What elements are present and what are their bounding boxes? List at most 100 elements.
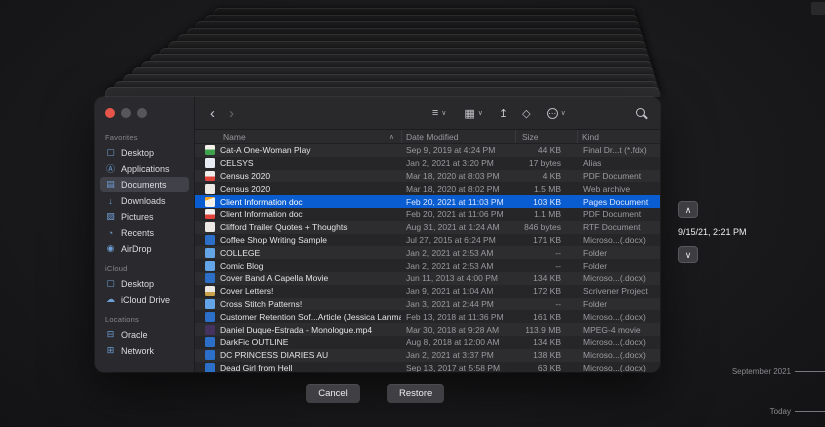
cancel-button[interactable]: Cancel <box>306 384 360 403</box>
back-button[interactable]: ‹ <box>205 106 220 121</box>
scrivener-file-icon <box>205 286 215 296</box>
file-kind: Microso...(.docx) <box>577 273 660 283</box>
view-options-button[interactable]: ≡ ∨ <box>432 107 447 119</box>
file-row[interactable]: Client Information docFeb 20, 2021 at 11… <box>195 195 660 208</box>
window-controls <box>95 103 194 126</box>
file-row[interactable]: Cross Stitch Patterns!Jan 3, 2021 at 2:4… <box>195 298 660 311</box>
file-date-modified: Jan 2, 2021 at 3:37 PM <box>401 350 515 360</box>
timeline-tick-line <box>795 371 825 372</box>
file-date-modified: Aug 31, 2021 at 1:24 AM <box>401 222 515 232</box>
navigate-back-in-time-button[interactable]: ∧ <box>678 201 698 218</box>
stacked-window-layer[interactable] <box>105 87 661 97</box>
tags-button[interactable]: ◇ <box>522 107 530 120</box>
file-name: Cover Band A Capella Movie <box>220 273 328 283</box>
oracle-drive-icon: ⊟ <box>105 329 116 340</box>
file-row[interactable]: Coffee Shop Writing SampleJul 27, 2015 a… <box>195 234 660 247</box>
file-kind: Scrivener Project <box>577 286 660 296</box>
restore-button[interactable]: Restore <box>387 384 444 403</box>
file-kind: Microso...(.docx) <box>577 350 660 360</box>
file-row[interactable]: DarkFic OUTLINEAug 8, 2018 at 12:00 AM13… <box>195 336 660 349</box>
sidebar-item-recents[interactable]: ◔Recents <box>100 225 189 240</box>
file-row[interactable]: DC PRINCESS DIARIES AUJan 2, 2021 at 3:3… <box>195 349 660 362</box>
share-icon: ↥ <box>499 108 508 120</box>
sidebar-item-pictures[interactable]: ▨Pictures <box>100 209 189 224</box>
sidebar-item-oracle[interactable]: ⊟Oracle <box>100 327 189 342</box>
file-row[interactable]: Comic BlogJan 2, 2021 at 2:53 AM--Folder <box>195 259 660 272</box>
file-browser: ‹ › ≡ ∨ ▦ ∨ ↥ ◇ ⋯ ∨ <box>195 97 660 372</box>
search-button[interactable] <box>636 104 645 122</box>
sidebar-item-applications[interactable]: Ⓐ Applications <box>100 161 189 176</box>
file-kind: Alias <box>577 158 660 168</box>
desktop-icon: ▢ <box>105 147 116 158</box>
column-header-name[interactable]: Name ∧ <box>195 130 401 143</box>
documents-icon: ▤ <box>105 179 116 190</box>
file-kind: Microso...(.docx) <box>577 337 660 347</box>
sidebar-item-icloud-drive[interactable]: ☁iCloud Drive <box>100 292 189 307</box>
grid-view-icon: ▦ <box>464 107 474 120</box>
sidebar-item-desktop[interactable]: ▢Desktop <box>100 145 189 160</box>
sidebar-item-desktop[interactable]: ▢Desktop <box>100 276 189 291</box>
file-size: 17 bytes <box>515 158 577 168</box>
time-machine-screen: Favorites▢DesktopⒶApplications▤Documents… <box>0 0 825 427</box>
file-size: -- <box>515 248 577 258</box>
file-name-cell: COLLEGE <box>195 248 401 258</box>
sidebar-item-label: Applications <box>121 164 170 174</box>
column-header-size[interactable]: Size <box>515 130 577 143</box>
timeline-tick-today[interactable]: Today <box>770 407 825 416</box>
file-row[interactable]: Dead Girl from HellSep 13, 2017 at 5:58 … <box>195 362 660 372</box>
sidebar-item-label: Pictures <box>121 212 154 222</box>
file-row[interactable]: Census 2020Mar 18, 2020 at 8:03 PM4 KBPD… <box>195 170 660 183</box>
file-size: 103 KB <box>515 197 577 207</box>
pdf-file-icon <box>205 171 215 181</box>
column-header-name-label: Name <box>223 132 246 142</box>
file-name-cell: Client Information doc <box>195 197 401 207</box>
share-button[interactable]: ↥ <box>499 107 508 120</box>
sidebar-item-label: Desktop <box>121 279 154 289</box>
file-date-modified: Feb 20, 2021 at 11:06 PM <box>401 209 515 219</box>
minimize-button[interactable] <box>121 108 131 118</box>
sidebar-item-downloads[interactable]: ↓Downloads <box>100 193 189 208</box>
file-row[interactable]: Customer Retention Sof...Article (Jessic… <box>195 310 660 323</box>
group-by-button[interactable]: ▦ ∨ <box>464 107 483 120</box>
file-size: -- <box>515 299 577 309</box>
file-row[interactable]: Cover Band A Capella MovieJun 11, 2013 a… <box>195 272 660 285</box>
chevron-down-icon: ∨ <box>441 109 446 117</box>
file-kind: Microso...(.docx) <box>577 363 660 372</box>
file-row[interactable]: Clifford Trailer Quotes + Thoughts Aug 31… <box>195 221 660 234</box>
chevron-down-icon: ∨ <box>685 250 692 260</box>
file-row[interactable]: Daniel Duque-Estrada - Monologue.mp4Mar … <box>195 323 660 336</box>
close-button[interactable] <box>105 108 115 118</box>
pages-file-icon <box>205 197 215 207</box>
file-row[interactable]: Cover Letters!Jan 9, 2021 at 1:04 AM172 … <box>195 285 660 298</box>
file-row[interactable]: COLLEGEJan 2, 2021 at 2:53 AM--Folder <box>195 246 660 259</box>
timeline-marker <box>811 2 825 15</box>
column-header-kind[interactable]: Kind <box>577 130 660 143</box>
file-row[interactable]: Census 2020Mar 18, 2020 at 8:02 PM1.5 MB… <box>195 182 660 195</box>
file-name: Clifford Trailer Quotes + Thoughts <box>220 222 348 232</box>
file-kind: Microso...(.docx) <box>577 235 660 245</box>
word-file-icon <box>205 273 215 283</box>
file-kind: Microso...(.docx) <box>577 312 660 322</box>
file-date-modified: Jan 3, 2021 at 2:44 PM <box>401 299 515 309</box>
sidebar-item-label: AirDrop <box>121 244 152 254</box>
icloud-drive-icon: ☁ <box>105 294 116 305</box>
file-row[interactable]: Cat-A One-Woman PlaySep 9, 2019 at 4:24 … <box>195 144 660 157</box>
sidebar-item-documents[interactable]: ▤Documents <box>100 177 189 192</box>
file-row[interactable]: Client Information doc Feb 20, 2021 at 11… <box>195 208 660 221</box>
zoom-button[interactable] <box>137 108 147 118</box>
file-name: Client Information doc <box>220 209 303 219</box>
timeline-tick-september-2021[interactable]: September 2021 <box>732 367 825 376</box>
file-size: 113.9 MB <box>515 325 577 335</box>
file-size: 138 KB <box>515 350 577 360</box>
column-header-date-modified[interactable]: Date Modified <box>401 130 515 143</box>
sidebar-item-airdrop[interactable]: ◉AirDrop <box>100 241 189 256</box>
applications-icon: Ⓐ <box>105 162 116 175</box>
sidebar-item-network[interactable]: ⊞Network <box>100 343 189 358</box>
file-name-cell: Comic Blog <box>195 261 401 271</box>
file-row[interactable]: CELSYSJan 2, 2021 at 3:20 PM17 bytesAlia… <box>195 157 660 170</box>
navigate-forward-in-time-button[interactable]: ∨ <box>678 246 698 263</box>
file-kind: Folder <box>577 299 660 309</box>
forward-button[interactable]: › <box>224 106 239 121</box>
more-actions-button[interactable]: ⋯ ∨ <box>547 108 566 119</box>
file-kind: Folder <box>577 261 660 271</box>
